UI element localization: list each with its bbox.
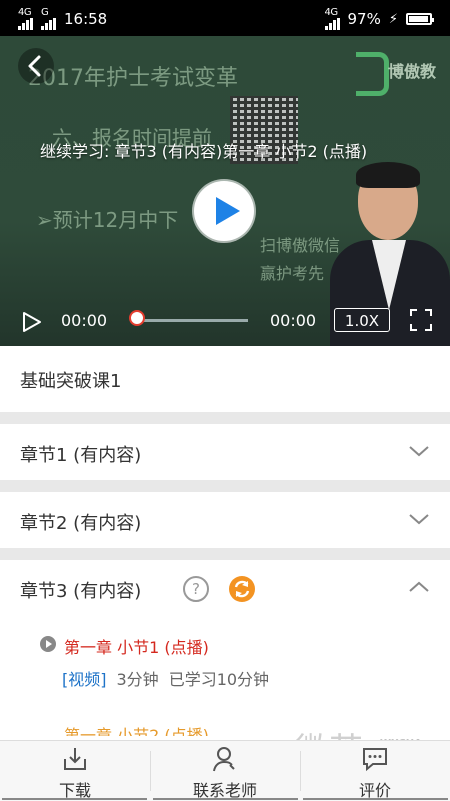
network-indicator-2: G	[41, 8, 56, 30]
chapter-row-1[interactable]: 章节1 (有内容)	[0, 424, 450, 480]
chapter-label: 章节3 (有内容)	[20, 581, 142, 602]
speed-button[interactable]: 1.0X	[334, 308, 390, 332]
network-indicator-1: 4G	[18, 8, 33, 30]
chevron-down-icon	[409, 446, 429, 457]
chapter-row-3[interactable]: 章节3 (有内容) ?	[0, 560, 450, 616]
current-time: 00:00	[61, 311, 108, 330]
course-title: 基础突破课1	[20, 371, 122, 392]
course-title-row: 基础突破课1	[0, 346, 450, 412]
status-time: 16:58	[64, 10, 108, 28]
brand-logo	[356, 52, 389, 96]
lesson-name: 第一章 小节2 (点播)	[64, 726, 209, 736]
video-controls: 00:00 00:00 1.0X	[0, 301, 450, 341]
divider	[0, 480, 450, 492]
bottom-tab-bar: 下载 联系老师 评价	[0, 740, 450, 801]
refresh-icon[interactable]	[229, 576, 255, 602]
play-button[interactable]	[194, 181, 254, 241]
network-indicator-right: 4G	[324, 8, 340, 30]
video-player[interactable]: 2017年护士考试变革 六、报名时间提前 ➢预计12月中下 扫博傲微信 赢护考先…	[0, 36, 450, 346]
divider	[0, 548, 450, 560]
board-text: 2017年护士考试变革	[28, 66, 238, 91]
chevron-up-icon	[409, 581, 429, 592]
contact-teacher-icon	[213, 747, 235, 772]
status-bar: 4G G 16:58 4G 97% ⚡	[0, 0, 450, 36]
play-circle-icon	[40, 636, 56, 652]
chapter-row-2[interactable]: 章节2 (有内容)	[0, 492, 450, 548]
tab-download[interactable]: 下载	[0, 741, 150, 801]
video-title: 继续学习: 章节3 (有内容)第一章 小节2 (点播)	[40, 142, 368, 161]
chevron-down-icon	[409, 514, 429, 525]
tab-comment[interactable]: 评价	[300, 741, 450, 801]
fullscreen-icon[interactable]	[410, 309, 432, 331]
board-text: 赢护考先	[260, 264, 325, 283]
board-text: ➢预计12月中下	[36, 208, 179, 232]
board-text: 扫博傲微信	[260, 236, 341, 255]
lesson-item-partial[interactable]: 第一章 小节2 (点播)	[40, 722, 209, 736]
lesson-progress: 已学习10分钟	[168, 670, 270, 689]
lesson-meta: [视频] 3分钟 已学习10分钟	[62, 666, 269, 690]
chapter-label: 章节2 (有内容)	[20, 513, 142, 534]
battery-icon	[406, 13, 434, 25]
progress-knob[interactable]	[129, 310, 145, 326]
comment-icon	[363, 748, 387, 772]
lesson-duration: 3分钟	[116, 670, 159, 689]
download-icon	[64, 748, 86, 770]
help-icon[interactable]: ?	[183, 576, 209, 602]
divider	[0, 412, 450, 424]
lesson-name: 第一章 小节1 (点播)	[64, 638, 209, 657]
brand-logo-text: 博傲教	[388, 62, 437, 81]
battery-percent: 97%	[347, 10, 381, 28]
progress-track[interactable]	[136, 319, 248, 322]
duration: 00:00	[270, 311, 317, 330]
back-button[interactable]	[18, 48, 54, 84]
play-icon	[216, 197, 240, 225]
charging-icon: ⚡	[388, 11, 398, 27]
back-arrow-icon	[28, 55, 41, 77]
play-pause-icon[interactable]	[22, 311, 42, 333]
lesson-type: [视频]	[62, 670, 107, 689]
chapter-label: 章节1 (有内容)	[20, 445, 142, 466]
tab-contact-teacher[interactable]: 联系老师	[150, 741, 300, 801]
